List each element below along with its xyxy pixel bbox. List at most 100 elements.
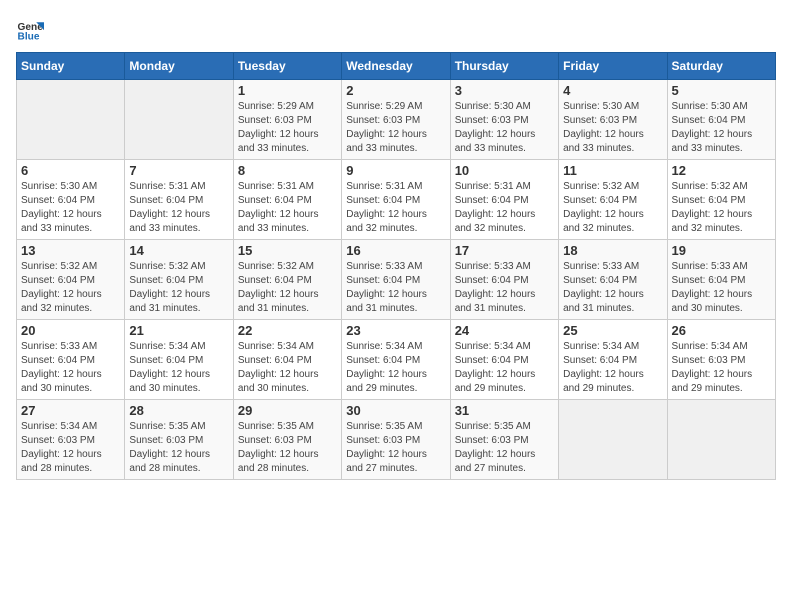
day-number: 4 xyxy=(563,83,662,98)
weekday-header-thursday: Thursday xyxy=(450,53,558,80)
week-row-3: 13 Sunrise: 5:32 AMSunset: 6:04 PMDayligh… xyxy=(17,240,776,320)
day-number: 22 xyxy=(238,323,337,338)
calendar-cell: 25 Sunrise: 5:34 AMSunset: 6:04 PMDayligh… xyxy=(559,320,667,400)
day-number: 6 xyxy=(21,163,120,178)
day-info: Sunrise: 5:34 AMSunset: 6:03 PMDaylight:… xyxy=(672,340,771,396)
day-info: Sunrise: 5:32 AMSunset: 6:04 PMDaylight:… xyxy=(238,260,337,316)
day-info: Sunrise: 5:32 AMSunset: 6:04 PMDaylight:… xyxy=(563,180,662,236)
calendar-cell xyxy=(667,400,775,480)
day-info: Sunrise: 5:34 AMSunset: 6:04 PMDaylight:… xyxy=(129,340,228,396)
calendar-cell: 29 Sunrise: 5:35 AMSunset: 6:03 PMDayligh… xyxy=(233,400,341,480)
calendar-cell: 4Sunrise: 5:30 AMSunset: 6:03 PMDaylight… xyxy=(559,80,667,160)
day-info: Sunrise: 5:31 AMSunset: 6:04 PMDaylight:… xyxy=(346,180,445,236)
day-number: 27 xyxy=(21,403,120,418)
weekday-header-monday: Monday xyxy=(125,53,233,80)
calendar-cell: 6Sunrise: 5:30 AMSunset: 6:04 PMDaylight… xyxy=(17,160,125,240)
calendar-cell: 27 Sunrise: 5:34 AMSunset: 6:03 PMDayligh… xyxy=(17,400,125,480)
day-number: 5 xyxy=(672,83,771,98)
calendar-cell: 28Sunrise: 5:35 AMSunset: 6:03 PMDayligh… xyxy=(125,400,233,480)
day-info: Sunrise: 5:35 AMSunset: 6:03 PMDaylight:… xyxy=(238,420,337,476)
calendar-cell: 31 Sunrise: 5:35 AMSunset: 6:03 PMDayligh… xyxy=(450,400,558,480)
calendar-cell: 20 Sunrise: 5:33 AMSunset: 6:04 PMDayligh… xyxy=(17,320,125,400)
calendar-cell: 22 Sunrise: 5:34 AMSunset: 6:04 PMDayligh… xyxy=(233,320,341,400)
weekday-header-friday: Friday xyxy=(559,53,667,80)
day-info: Sunrise: 5:33 AMSunset: 6:04 PMDaylight:… xyxy=(563,260,662,316)
day-number: 18 xyxy=(563,243,662,258)
day-number: 24 xyxy=(455,323,554,338)
calendar-table: SundayMondayTuesdayWednesdayThursdayFrid… xyxy=(16,52,776,480)
day-info: Sunrise: 5:31 AMSunset: 6:04 PMDaylight:… xyxy=(129,180,228,236)
day-info: Sunrise: 5:33 AMSunset: 6:04 PMDaylight:… xyxy=(21,340,120,396)
calendar-cell: 24Sunrise: 5:34 AMSunset: 6:04 PMDayligh… xyxy=(450,320,558,400)
svg-text:Blue: Blue xyxy=(18,31,40,42)
day-info: Sunrise: 5:34 AMSunset: 6:04 PMDaylight:… xyxy=(563,340,662,396)
day-number: 20 xyxy=(21,323,120,338)
day-number: 10 xyxy=(455,163,554,178)
calendar-cell: 26 Sunrise: 5:34 AMSunset: 6:03 PMDayligh… xyxy=(667,320,775,400)
day-number: 14 xyxy=(129,243,228,258)
week-row-5: 27 Sunrise: 5:34 AMSunset: 6:03 PMDayligh… xyxy=(17,400,776,480)
day-number: 29 xyxy=(238,403,337,418)
day-number: 26 xyxy=(672,323,771,338)
day-info: Sunrise: 5:32 AMSunset: 6:04 PMDaylight:… xyxy=(21,260,120,316)
day-number: 31 xyxy=(455,403,554,418)
day-info: Sunrise: 5:34 AMSunset: 6:04 PMDaylight:… xyxy=(238,340,337,396)
calendar-cell: 8 Sunrise: 5:31 AMSunset: 6:04 PMDaylight… xyxy=(233,160,341,240)
day-number: 8 xyxy=(238,163,337,178)
day-info: Sunrise: 5:35 AMSunset: 6:03 PMDaylight:… xyxy=(455,420,554,476)
week-row-2: 6Sunrise: 5:30 AMSunset: 6:04 PMDaylight… xyxy=(17,160,776,240)
day-number: 12 xyxy=(672,163,771,178)
weekday-header-row: SundayMondayTuesdayWednesdayThursdayFrid… xyxy=(17,53,776,80)
calendar-cell: 15Sunrise: 5:32 AMSunset: 6:04 PMDayligh… xyxy=(233,240,341,320)
calendar-cell: 30Sunrise: 5:35 AMSunset: 6:03 PMDayligh… xyxy=(342,400,450,480)
calendar-cell: 17Sunrise: 5:33 AMSunset: 6:04 PMDayligh… xyxy=(450,240,558,320)
day-info: Sunrise: 5:34 AMSunset: 6:03 PMDaylight:… xyxy=(21,420,120,476)
calendar-cell: 18 Sunrise: 5:33 AMSunset: 6:04 PMDayligh… xyxy=(559,240,667,320)
day-info: Sunrise: 5:35 AMSunset: 6:03 PMDaylight:… xyxy=(129,420,228,476)
calendar-cell: 5 Sunrise: 5:30 AMSunset: 6:04 PMDaylight… xyxy=(667,80,775,160)
day-info: Sunrise: 5:33 AMSunset: 6:04 PMDaylight:… xyxy=(346,260,445,316)
week-row-1: 1 Sunrise: 5:29 AMSunset: 6:03 PMDaylight… xyxy=(17,80,776,160)
day-info: Sunrise: 5:29 AMSunset: 6:03 PMDaylight:… xyxy=(238,100,337,156)
day-number: 13 xyxy=(21,243,120,258)
day-info: Sunrise: 5:30 AMSunset: 6:04 PMDaylight:… xyxy=(672,100,771,156)
calendar-cell xyxy=(17,80,125,160)
calendar-cell: 2Sunrise: 5:29 AMSunset: 6:03 PMDaylight… xyxy=(342,80,450,160)
weekday-header-sunday: Sunday xyxy=(17,53,125,80)
day-number: 25 xyxy=(563,323,662,338)
calendar-cell: 14 Sunrise: 5:32 AMSunset: 6:04 PMDayligh… xyxy=(125,240,233,320)
day-info: Sunrise: 5:31 AMSunset: 6:04 PMDaylight:… xyxy=(238,180,337,236)
page-header: General Blue xyxy=(16,16,776,44)
day-info: Sunrise: 5:32 AMSunset: 6:04 PMDaylight:… xyxy=(129,260,228,316)
calendar-cell xyxy=(559,400,667,480)
calendar-cell: 13 Sunrise: 5:32 AMSunset: 6:04 PMDayligh… xyxy=(17,240,125,320)
day-number: 30 xyxy=(346,403,445,418)
day-info: Sunrise: 5:30 AMSunset: 6:03 PMDaylight:… xyxy=(455,100,554,156)
day-info: Sunrise: 5:32 AMSunset: 6:04 PMDaylight:… xyxy=(672,180,771,236)
day-number: 7 xyxy=(129,163,228,178)
calendar-cell: 10 Sunrise: 5:31 AMSunset: 6:04 PMDayligh… xyxy=(450,160,558,240)
day-number: 3 xyxy=(455,83,554,98)
week-row-4: 20 Sunrise: 5:33 AMSunset: 6:04 PMDayligh… xyxy=(17,320,776,400)
logo-icon: General Blue xyxy=(16,16,44,44)
calendar-cell: 3 Sunrise: 5:30 AMSunset: 6:03 PMDaylight… xyxy=(450,80,558,160)
day-number: 21 xyxy=(129,323,228,338)
calendar-cell: 7 Sunrise: 5:31 AMSunset: 6:04 PMDaylight… xyxy=(125,160,233,240)
weekday-header-tuesday: Tuesday xyxy=(233,53,341,80)
calendar-cell: 9 Sunrise: 5:31 AMSunset: 6:04 PMDaylight… xyxy=(342,160,450,240)
day-number: 2 xyxy=(346,83,445,98)
calendar-cell: 16 Sunrise: 5:33 AMSunset: 6:04 PMDayligh… xyxy=(342,240,450,320)
day-number: 19 xyxy=(672,243,771,258)
calendar-cell: 19Sunrise: 5:33 AMSunset: 6:04 PMDayligh… xyxy=(667,240,775,320)
day-number: 23 xyxy=(346,323,445,338)
day-info: Sunrise: 5:31 AMSunset: 6:04 PMDaylight:… xyxy=(455,180,554,236)
calendar-cell: 11Sunrise: 5:32 AMSunset: 6:04 PMDayligh… xyxy=(559,160,667,240)
calendar-cell xyxy=(125,80,233,160)
calendar-cell: 21 Sunrise: 5:34 AMSunset: 6:04 PMDayligh… xyxy=(125,320,233,400)
day-number: 1 xyxy=(238,83,337,98)
day-number: 16 xyxy=(346,243,445,258)
logo: General Blue xyxy=(16,16,44,44)
weekday-header-saturday: Saturday xyxy=(667,53,775,80)
calendar-cell: 12 Sunrise: 5:32 AMSunset: 6:04 PMDayligh… xyxy=(667,160,775,240)
day-number: 9 xyxy=(346,163,445,178)
